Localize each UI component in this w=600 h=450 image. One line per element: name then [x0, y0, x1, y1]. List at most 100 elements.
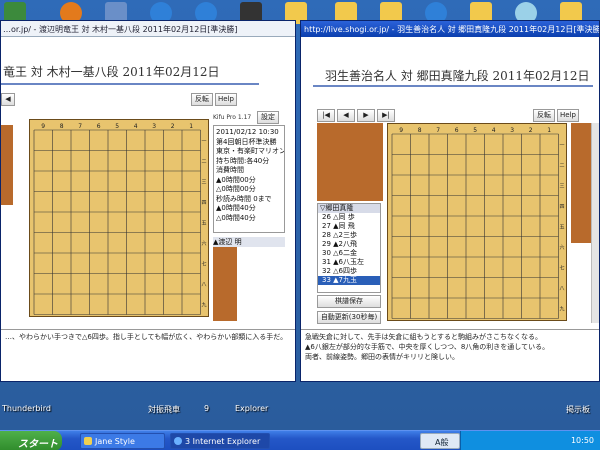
info-line: 2011/02/12 10:30: [216, 128, 279, 136]
info-line: ▲0時間00分: [216, 175, 256, 184]
move-item-selected[interactable]: 33 ▲7九玉: [318, 276, 380, 285]
move-item[interactable]: 30 △6二金: [318, 249, 380, 258]
desktop-label: 9: [204, 404, 210, 413]
help-button[interactable]: Help: [215, 93, 237, 106]
rank-label: 四: [560, 204, 565, 210]
rank-label: 六: [202, 240, 207, 247]
shogi-board[interactable]: 9 8 7 6 5 4 3 2 1 一二三四五六七八九: [29, 119, 209, 317]
taskbar-item-label: 3 Internet Explorer: [185, 437, 261, 446]
window-title: http://live.shogi.or.jp/ - 羽生善治名人 対 郷田真隆…: [304, 25, 599, 34]
window-title: …or.jp/ - 渡辺明竜王 対 木村一基八段 2011年02月12日[準決勝…: [1, 21, 295, 37]
rank-label: 七: [560, 264, 565, 271]
help-button[interactable]: Help: [557, 109, 579, 122]
comment-line: 両者、前線姿勢。郷田の表情がキリリと険しい。: [305, 353, 459, 361]
taskbar-item-label: Jane Style: [95, 437, 135, 446]
rank-label: 九: [202, 301, 207, 308]
page-heading: 羽生善治名人 対 郷田真隆九段 2011年02月12日: [325, 69, 590, 83]
move-item[interactable]: 29 ▲2八飛: [318, 240, 380, 249]
window-title-bar: http://live.shogi.or.jp/ - 羽生善治名人 対 郷田真隆…: [301, 21, 599, 37]
move-item[interactable]: 27 ▲同 飛: [318, 222, 380, 231]
rank-label: 五: [560, 224, 565, 230]
comment-text: …、やわらかい手つきで△6四歩。指し手としても幅が広く、やわらかい部類に入る手だ…: [5, 333, 288, 341]
right-browser-window[interactable]: http://live.shogi.or.jp/ - 羽生善治名人 対 郷田真隆…: [300, 20, 600, 382]
file-label: 1: [547, 127, 551, 134]
gote-komadai: [317, 123, 383, 201]
next-move-button[interactable]: ▶: [357, 109, 375, 122]
comment-line: ▲6八銀左が部分的な手筋で、中央を厚くしつつ、8八角の利きを通している。: [305, 343, 550, 351]
first-move-button[interactable]: |◀: [317, 109, 335, 122]
shogi-board[interactable]: 9 8 7 6 5 4 3 2 1 一二三四五六七八九: [387, 123, 567, 321]
sente-komadai: [213, 247, 237, 321]
rank-label: 八: [560, 286, 565, 292]
info-line: △0時間40分: [216, 213, 256, 222]
file-label: 6: [455, 127, 459, 134]
prev-move-button[interactable]: ◀: [337, 109, 355, 122]
file-label: 4: [134, 123, 138, 130]
save-kifu-button[interactable]: 棋譜保存: [317, 295, 381, 308]
move-item[interactable]: 31 ▲6八玉左: [318, 258, 380, 267]
start-button[interactable]: スタート: [0, 431, 62, 450]
move-item[interactable]: 32 △6四歩: [318, 267, 380, 276]
version-label: Kifu Pro 1.17: [213, 114, 252, 121]
desktop-label: 掲示板: [566, 405, 590, 414]
file-label: 5: [115, 123, 119, 130]
info-line: △0時間00分: [216, 185, 256, 193]
player-name: ▲渡辺 明: [213, 237, 285, 247]
file-label: 7: [78, 123, 82, 130]
rank-label: 四: [202, 200, 207, 206]
heading-rule: [313, 85, 593, 87]
info-line: 東京・有楽町マリオン: [216, 147, 285, 155]
rank-label: 二: [202, 159, 207, 165]
desktop-label: 対振飛車: [148, 405, 180, 414]
file-label: 1: [189, 123, 193, 130]
info-line: ▲0時間40分: [216, 204, 256, 212]
system-tray: 10:50: [460, 431, 600, 450]
file-label: 3: [510, 127, 514, 134]
file-label: 3: [152, 123, 156, 130]
file-label: 7: [436, 127, 440, 134]
last-move-button[interactable]: ▶|: [377, 109, 395, 122]
board-grid: 9 8 7 6 5 4 3 2 1 一二三四五六七八九: [391, 127, 565, 319]
rank-label: 二: [560, 163, 565, 169]
reverse-button[interactable]: 反転: [533, 109, 555, 122]
info-line: 消費時間: [216, 166, 244, 174]
scrollbar[interactable]: [591, 123, 599, 323]
left-browser-window[interactable]: …or.jp/ - 渡辺明竜王 対 木村一基八段 2011年02月12日[準決勝…: [0, 20, 296, 382]
move-item[interactable]: 26 △同 歩: [318, 213, 380, 222]
rank-label: 一: [560, 142, 565, 148]
auto-update-select[interactable]: 自動更新(30秒毎): [317, 311, 381, 324]
file-label: 9: [41, 123, 45, 130]
ie-icon: [174, 437, 182, 445]
info-line: 第4回朝日杯準決勝: [216, 137, 277, 146]
clock: 10:50: [570, 436, 594, 445]
file-label: 8: [60, 123, 64, 130]
move-item[interactable]: 28 △2三歩: [318, 231, 380, 240]
desktop-label: Explorer: [235, 404, 269, 413]
nav-button[interactable]: ◀: [1, 93, 15, 106]
taskbar: スタート Jane Style 3 Internet Explorer A般 1…: [0, 430, 600, 450]
reverse-button[interactable]: 反転: [191, 93, 213, 106]
settings-button[interactable]: 設定: [257, 111, 279, 124]
rank-label: 六: [560, 244, 565, 251]
file-label: 6: [97, 123, 101, 130]
file-label: 2: [529, 127, 533, 134]
info-line: 持ち時間:各40分: [216, 156, 270, 165]
rank-label: 八: [202, 282, 207, 288]
ime-mode: A般: [435, 438, 449, 447]
file-label: 2: [171, 123, 175, 130]
taskbar-item[interactable]: 3 Internet Explorer: [170, 433, 270, 449]
comment-box: …、やわらかい手つきで△6四歩。指し手としても幅が広く、やわらかい部類に入る手だ…: [1, 329, 295, 381]
file-label: 4: [492, 127, 496, 134]
rank-label: 一: [202, 138, 207, 144]
page-heading: 竜王 対 木村一基八段 2011年02月12日: [3, 65, 220, 79]
info-line: 秒読み時間 0まで: [216, 194, 272, 203]
comment-line: 急戦矢倉に対して、先手は矢倉に組もうとすると駒組みがさこちなくなる。: [305, 333, 543, 341]
taskbar-item[interactable]: Jane Style: [80, 433, 165, 449]
language-bar[interactable]: A般: [420, 433, 460, 449]
rank-label: 九: [560, 305, 565, 312]
rank-label: 五: [202, 220, 207, 226]
file-label: 5: [473, 127, 477, 134]
rank-label: 七: [202, 260, 207, 267]
comment-box: 急戦矢倉に対して、先手は矢倉に組もうとすると駒組みがさこちなくなる。 ▲6八銀左…: [301, 329, 599, 381]
move-list[interactable]: ▽郷田真隆 26 △同 歩 27 ▲同 飛 28 △2三歩 29 ▲2八飛 30…: [317, 203, 381, 293]
